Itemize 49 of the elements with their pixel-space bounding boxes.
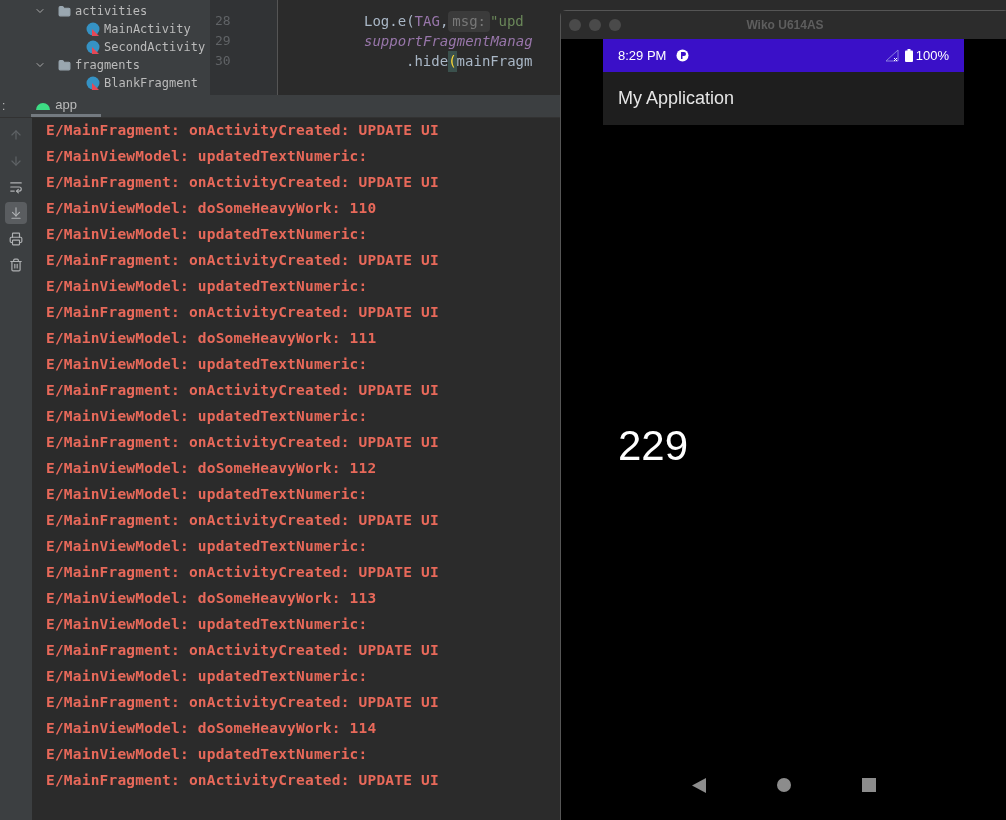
log-line: E/MainFragment: onActivityCreated: UPDATE UI: [46, 511, 439, 531]
tree-item[interactable]: SecondActivity: [104, 38, 206, 56]
log-line: E/MainViewModel: doSomeHeavyWork: 110: [46, 199, 377, 219]
scroll-to-end-icon[interactable]: [5, 202, 27, 224]
folder-icon: [58, 4, 71, 18]
tree-item[interactable]: activities: [75, 2, 148, 20]
status-time: 8:29 PM: [618, 46, 667, 65]
log-line: E/MainViewModel: updatedTextNumeric:: [46, 147, 368, 167]
kotlin-class-icon: [86, 76, 100, 90]
log-line: E/MainViewModel: updatedTextNumeric:: [46, 355, 368, 375]
log-line: E/MainFragment: onActivityCreated: UPDATE UI: [46, 303, 439, 323]
back-icon[interactable]: [691, 778, 706, 793]
battery-icon: [904, 49, 913, 62]
tree-item[interactable]: MainActivity: [104, 20, 191, 38]
log-line: E/MainFragment: onActivityCreated: UPDATE UI: [46, 251, 439, 271]
home-icon[interactable]: [776, 778, 791, 792]
tree-item[interactable]: fragments: [75, 56, 141, 74]
recents-icon[interactable]: [861, 778, 876, 792]
log-line: E/MainViewModel: doSomeHeavyWork: 113: [46, 589, 377, 609]
log-line: E/MainViewModel: doSomeHeavyWork: 112: [46, 459, 377, 479]
log-line: E/MainFragment: onActivityCreated: UPDATE UI: [46, 433, 439, 453]
battery-percent: 100%: [915, 46, 949, 65]
app-title: My Application: [618, 87, 735, 110]
log-line: E/MainViewModel: updatedTextNumeric:: [46, 407, 368, 427]
log-line: E/MainFragment: onActivityCreated: UPDATE UI: [46, 121, 439, 141]
log-line: E/MainViewModel: updatedTextNumeric:: [46, 277, 368, 297]
tree-item[interactable]: BlankFragment: [104, 74, 198, 92]
tab-strip-label: :: [1, 98, 7, 115]
app-notification-icon: [676, 49, 690, 62]
log-line: E/MainViewModel: updatedTextNumeric:: [46, 745, 368, 765]
log-line: E/MainViewModel: doSomeHeavyWork: 114: [46, 719, 377, 739]
log-line: E/MainViewModel: updatedTextNumeric:: [46, 667, 368, 687]
log-line: E/MainFragment: onActivityCreated: UPDATE UI: [46, 693, 439, 713]
log-line: E/MainViewModel: updatedTextNumeric:: [46, 225, 368, 245]
no-signal-icon: [884, 49, 899, 62]
folder-icon: [58, 58, 71, 72]
log-line: E/MainViewModel: updatedTextNumeric:: [46, 615, 368, 635]
kotlin-class-icon: [86, 40, 100, 54]
log-line: E/MainFragment: onActivityCreated: UPDATE UI: [46, 771, 439, 791]
log-line: E/MainViewModel: doSomeHeavyWork: 111: [46, 329, 377, 349]
log-line: E/MainFragment: onActivityCreated: UPDATE UI: [46, 173, 439, 193]
counter-text: 229: [618, 425, 690, 467]
log-line: E/MainFragment: onActivityCreated: UPDATE UI: [46, 381, 439, 401]
log-line: E/MainViewModel: updatedTextNumeric:: [46, 537, 368, 557]
log-line: E/MainViewModel: updatedTextNumeric:: [46, 485, 368, 505]
log-line: E/MainFragment: onActivityCreated: UPDATE UI: [46, 641, 439, 661]
kotlin-class-icon: [86, 22, 100, 36]
log-line: E/MainFragment: onActivityCreated: UPDATE UI: [46, 563, 439, 583]
code-line: supportFragmentManag: [364, 31, 534, 51]
